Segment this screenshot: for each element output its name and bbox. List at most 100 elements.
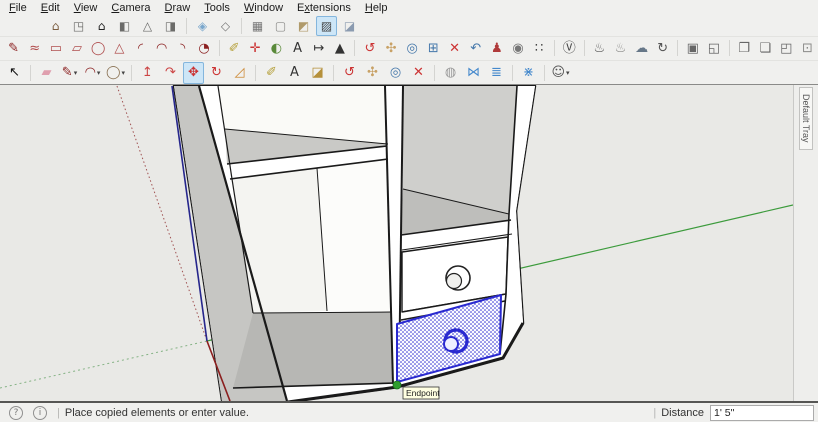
section-plane-tool-button[interactable]: ◍ bbox=[440, 62, 461, 84]
account-icon: ☺ bbox=[551, 65, 566, 81]
select-tool-button[interactable]: ↖ bbox=[4, 62, 25, 84]
model-3d-scene[interactable]: Endpoint bbox=[0, 85, 794, 404]
text-tool-button[interactable]: A bbox=[288, 37, 307, 59]
vray-log-window-button[interactable]: ◰ bbox=[777, 37, 796, 59]
tape-measure-tool-button[interactable]: ✐ bbox=[224, 37, 243, 59]
toolbar-separator bbox=[241, 18, 242, 35]
zoom-extents-tool-2-button[interactable]: ✕ bbox=[408, 62, 429, 84]
menu-extensions[interactable]: Extensions bbox=[290, 1, 358, 15]
style-back-edges-icon: ◇ bbox=[220, 19, 231, 34]
three-point-arc-tool-button[interactable]: ◝ bbox=[173, 37, 192, 59]
push-pull-tool-button[interactable]: ↥ bbox=[137, 62, 158, 84]
paint-bucket-tool-button[interactable]: ◪ bbox=[307, 62, 328, 84]
pan-tool-2-button[interactable]: ✣ bbox=[362, 62, 383, 84]
pie-tool-button[interactable]: ◔ bbox=[194, 37, 213, 59]
walk-tool-button[interactable]: ∷ bbox=[530, 37, 549, 59]
zoom-tool-2-button[interactable]: ◎ bbox=[385, 62, 406, 84]
cabinet-model[interactable] bbox=[172, 85, 537, 404]
previous-view-tool-button[interactable]: ↶ bbox=[466, 37, 485, 59]
geolocation-icon[interactable]: ? bbox=[9, 405, 23, 420]
orbit-tool-2-button[interactable]: ↺ bbox=[339, 62, 360, 84]
view-top-button[interactable]: ◳ bbox=[68, 16, 89, 36]
vray-asset-editor-button[interactable]: ❐ bbox=[734, 37, 753, 59]
rotated-rectangle-tool-button[interactable]: ▱ bbox=[67, 37, 86, 59]
freehand-tool-button[interactable]: ≈ bbox=[25, 37, 44, 59]
style-wireframe-button[interactable]: ▦ bbox=[247, 16, 268, 36]
two-point-arc-tool-button[interactable]: ◠ bbox=[152, 37, 171, 59]
vray-lock-camera-button[interactable]: ⊡ bbox=[798, 37, 817, 59]
line-tool-icon: ✎ bbox=[8, 40, 20, 56]
rotate-tool-button[interactable]: ↻ bbox=[206, 62, 227, 84]
paint-bucket-tool-icon: ◪ bbox=[311, 65, 324, 81]
vray-render-button[interactable]: ♨ bbox=[590, 37, 609, 59]
pan-tool-button[interactable]: ✣ bbox=[381, 37, 400, 59]
bottom-compartment-floor bbox=[233, 312, 396, 389]
measurements-input[interactable] bbox=[710, 404, 814, 421]
dropdown-caret-icon: ▾ bbox=[566, 69, 570, 77]
line-flyout-button[interactable]: ✎ ▾ bbox=[59, 62, 80, 84]
style-shaded-button[interactable]: ◩ bbox=[293, 16, 314, 36]
menu-window[interactable]: Window bbox=[237, 1, 290, 15]
drawer-knob[interactable] bbox=[445, 265, 471, 292]
circle-tool-button[interactable]: ◯ bbox=[89, 37, 108, 59]
zoom-extents-tool-button[interactable]: ✕ bbox=[445, 37, 464, 59]
menu-file[interactable]: File bbox=[2, 1, 34, 15]
previous-view-tool-icon: ↶ bbox=[470, 40, 482, 56]
menu-draw[interactable]: Draw bbox=[158, 1, 198, 15]
vray-logo-button[interactable]: Ⓥ bbox=[560, 37, 579, 59]
vray-render-interactive-button[interactable]: ♨ bbox=[611, 37, 630, 59]
tape-measure-tool-2-button[interactable]: ✐ bbox=[261, 62, 282, 84]
view-back-button[interactable]: △ bbox=[137, 16, 158, 36]
eraser-tool-button[interactable]: ▰ bbox=[36, 62, 57, 84]
style-shaded-textures-button[interactable]: ▨ bbox=[316, 16, 337, 37]
vray-batch-render-button[interactable]: ↻ bbox=[653, 37, 672, 59]
arc-tool-button[interactable]: ◜ bbox=[131, 37, 150, 59]
vray-cloud-render-button[interactable]: ☁ bbox=[632, 37, 651, 59]
style-shaded-icon: ◩ bbox=[297, 19, 310, 34]
axes-tool-button[interactable]: ✛ bbox=[246, 37, 265, 59]
display-section-fill-button[interactable]: ≣ bbox=[486, 62, 507, 84]
menu-help[interactable]: Help bbox=[358, 1, 395, 15]
account-button[interactable]: ☺ ▾ bbox=[550, 62, 571, 84]
view-iso-button[interactable]: ⌂ bbox=[45, 16, 66, 36]
vray-frame-buffer-button[interactable]: ▣ bbox=[683, 37, 702, 59]
dimensions-tool-button[interactable]: ↦ bbox=[309, 37, 328, 59]
protractor-tool-button[interactable]: ◐ bbox=[267, 37, 286, 59]
credits-icon[interactable]: i bbox=[33, 405, 47, 420]
text-tool-2-button[interactable]: A bbox=[284, 62, 305, 84]
view-left-button[interactable]: ◨ bbox=[160, 16, 181, 36]
look-around-tool-button[interactable]: ◉ bbox=[508, 37, 527, 59]
pan-tool-2-icon: ✣ bbox=[367, 65, 378, 81]
view-right-button[interactable]: ◧ bbox=[114, 16, 135, 36]
menu-edit[interactable]: Edit bbox=[34, 1, 67, 15]
vray-history-button[interactable]: ◱ bbox=[704, 37, 723, 59]
default-tray-tab[interactable]: Default Tray bbox=[799, 87, 813, 150]
vray-file-manager-button[interactable]: ❏ bbox=[756, 37, 775, 59]
walk-tool-icon: ∷ bbox=[535, 40, 544, 56]
viewport-canvas[interactable]: Endpoint bbox=[0, 85, 794, 404]
style-back-edges-button[interactable]: ◇ bbox=[215, 16, 236, 36]
display-section-outlines-button[interactable]: ⋇ bbox=[518, 62, 539, 84]
orbit-tool-button[interactable]: ↺ bbox=[360, 37, 379, 59]
menu-view[interactable]: View bbox=[67, 1, 105, 15]
zoom-tool-button[interactable]: ◎ bbox=[403, 37, 422, 59]
follow-me-tool-button[interactable]: ↷ bbox=[160, 62, 181, 84]
line-tool-button[interactable]: ✎ bbox=[4, 37, 23, 59]
zoom-window-tool-button[interactable]: ⊞ bbox=[424, 37, 443, 59]
arc-flyout-button[interactable]: ◠ ▾ bbox=[82, 62, 103, 84]
style-monochrome-button[interactable]: ◪ bbox=[339, 16, 360, 36]
scale-tool-button[interactable]: ◿ bbox=[229, 62, 250, 84]
position-camera-tool-button[interactable]: ♟ bbox=[487, 37, 506, 59]
menu-tools[interactable]: Tools bbox=[197, 1, 237, 15]
menu-camera[interactable]: Camera bbox=[104, 1, 157, 15]
style-hidden-line-button[interactable]: ▢ bbox=[270, 16, 291, 36]
style-xray-button[interactable]: ◈ bbox=[192, 16, 213, 36]
rectangle-tool-button[interactable]: ▭ bbox=[46, 37, 65, 59]
toolbar-separator bbox=[583, 40, 585, 57]
3d-text-tool-button[interactable]: ▲ bbox=[330, 37, 349, 59]
shape-flyout-button[interactable]: ◯ ▾ bbox=[105, 62, 126, 84]
view-front-button[interactable]: ⌂ bbox=[91, 16, 112, 36]
move-tool-button[interactable]: ✥ bbox=[183, 61, 204, 84]
display-section-cuts-button[interactable]: ⋈ bbox=[463, 62, 484, 84]
polygon-tool-button[interactable]: △ bbox=[110, 37, 129, 59]
